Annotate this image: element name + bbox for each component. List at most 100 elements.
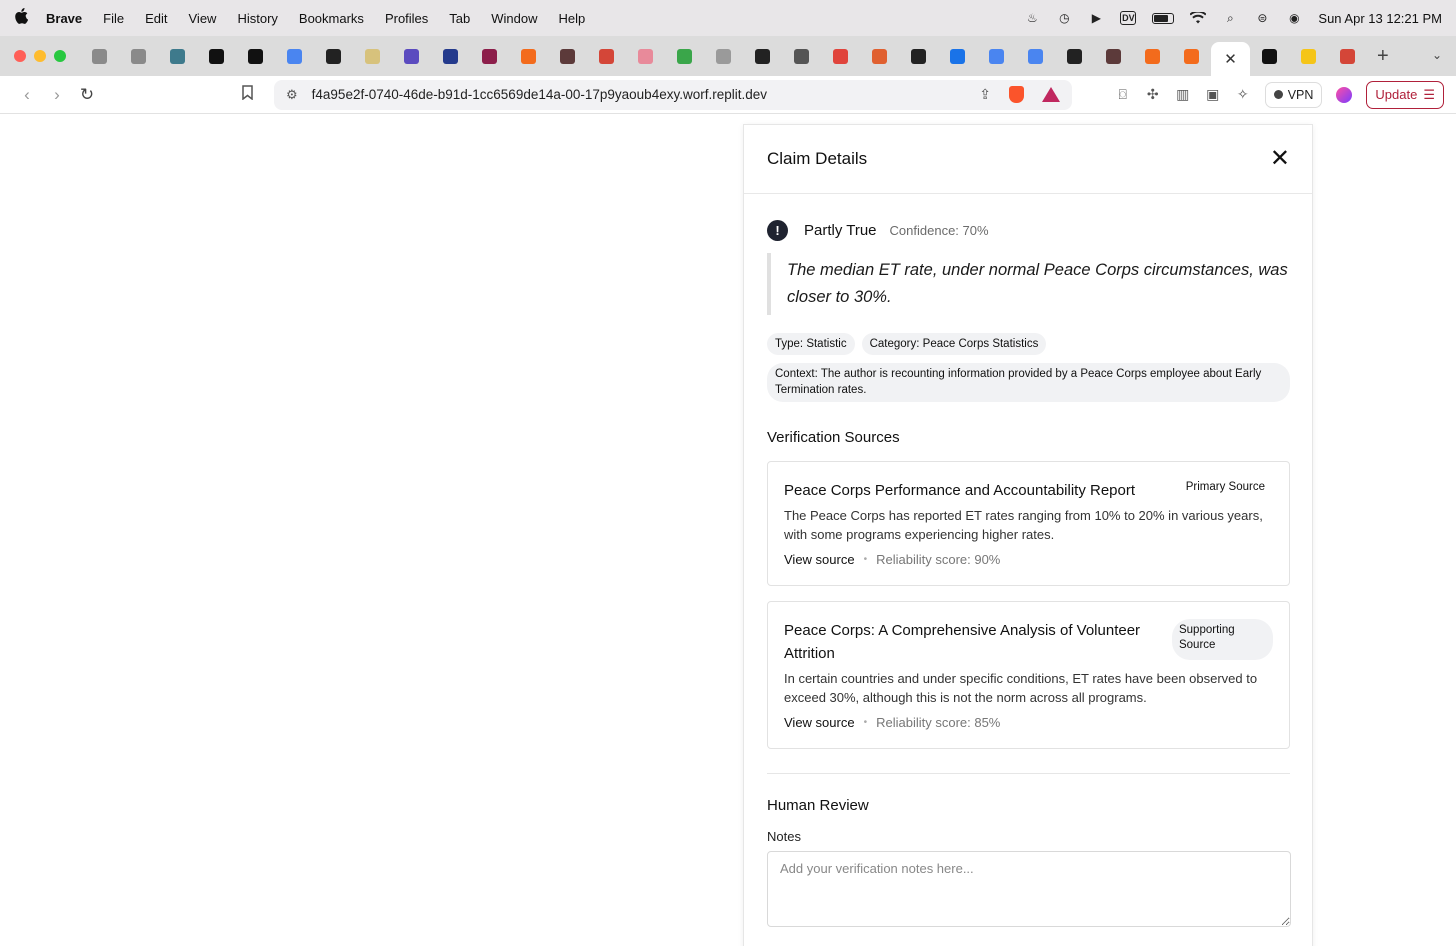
menu-help[interactable]: Help	[559, 11, 586, 26]
vpn-button[interactable]: VPN	[1264, 81, 1323, 108]
bookmark-icon[interactable]	[242, 85, 262, 104]
view-source-link[interactable]: View source	[784, 715, 855, 730]
favicon-icon	[833, 48, 848, 64]
pinned-tab[interactable]	[1172, 40, 1211, 72]
pinned-tab[interactable]	[431, 40, 470, 72]
pinned-tab[interactable]	[119, 40, 158, 72]
hamburger-menu-icon: ☰	[1423, 86, 1435, 102]
menu-clock[interactable]: Sun Apr 13 12:21 PM	[1318, 11, 1442, 26]
menu-view[interactable]: View	[189, 11, 217, 26]
exclamation-circle-icon: !	[767, 220, 788, 241]
favicon-icon	[131, 48, 146, 64]
pinned-tab[interactable]	[197, 40, 236, 72]
pinned-tab[interactable]	[743, 40, 782, 72]
close-tab-icon[interactable]: ✕	[1224, 50, 1237, 68]
panel-body: ! Partly True Confidence: 70% The median…	[744, 220, 1312, 932]
siri-icon[interactable]: ◉	[1286, 11, 1302, 25]
minimize-window-button[interactable]	[34, 50, 46, 62]
pinned-tab[interactable]	[821, 40, 860, 72]
pinned-tab[interactable]	[158, 40, 197, 72]
new-tab-button[interactable]: +	[1377, 45, 1389, 68]
pinned-tab[interactable]	[314, 40, 353, 72]
menu-file[interactable]: File	[103, 11, 124, 26]
pinned-tab[interactable]	[470, 40, 509, 72]
section-divider	[767, 773, 1290, 774]
view-source-link[interactable]: View source	[784, 552, 855, 567]
brave-rewards-icon[interactable]	[1042, 87, 1060, 102]
source-card: Peace Corps: A Comprehensive Analysis of…	[767, 601, 1290, 749]
menu-profiles[interactable]: Profiles	[385, 11, 428, 26]
pinned-tab[interactable]	[548, 40, 587, 72]
profile-avatar-icon[interactable]	[1336, 86, 1353, 103]
pinned-tab[interactable]	[782, 40, 821, 72]
favicon-icon	[950, 48, 965, 64]
update-button[interactable]: Update ☰	[1366, 80, 1444, 109]
reload-button[interactable]: ↻	[72, 85, 102, 105]
url-text[interactable]: f4a95e2f-0740-46de-b91d-1cc6569de14a-00-…	[312, 87, 980, 102]
spotlight-search-icon[interactable]: ⌕	[1222, 11, 1238, 25]
pinned-tab[interactable]	[1016, 40, 1055, 72]
pinned-tab[interactable]	[275, 40, 314, 72]
zoom-window-button[interactable]	[54, 50, 66, 62]
pinned-tab[interactable]	[938, 40, 977, 72]
pinned-tab[interactable]	[1289, 40, 1328, 72]
play-circle-icon[interactable]: ▶	[1088, 11, 1104, 25]
menu-app-name[interactable]: Brave	[46, 11, 82, 26]
flame-icon[interactable]: ♨	[1024, 11, 1040, 25]
favicon-icon	[1262, 48, 1277, 64]
control-center-icon[interactable]: ⊜	[1254, 11, 1270, 25]
active-tab[interactable]: ✕	[1211, 42, 1250, 76]
favicon-icon	[287, 48, 302, 64]
pinned-tab[interactable]	[1094, 40, 1133, 72]
close-window-button[interactable]	[14, 50, 26, 62]
apple-logo-icon[interactable]	[14, 8, 29, 28]
tab-search-chevron-icon[interactable]: ⌄	[1432, 48, 1442, 62]
sidebar-icon[interactable]: ▥	[1175, 86, 1191, 103]
source-title: Peace Corps Performance and Accountabili…	[784, 482, 1136, 499]
dv-icon[interactable]: DV	[1120, 11, 1137, 25]
vpn-status-icon	[1273, 90, 1283, 99]
wifi-icon[interactable]	[1190, 11, 1207, 25]
pinned-tab[interactable]	[860, 40, 899, 72]
menu-tab[interactable]: Tab	[449, 11, 470, 26]
back-button[interactable]: ‹	[12, 85, 42, 105]
menu-history[interactable]: History	[237, 11, 277, 26]
leo-ai-icon[interactable]: ✧	[1235, 86, 1251, 103]
pinned-tab[interactable]	[80, 40, 119, 72]
pinned-tab[interactable]	[509, 40, 548, 72]
pinned-tab[interactable]	[392, 40, 431, 72]
pinned-tab[interactable]	[977, 40, 1016, 72]
pinned-tab[interactable]	[587, 40, 626, 72]
notes-textarea[interactable]	[767, 851, 1291, 927]
address-bar[interactable]: ⚙ f4a95e2f-0740-46de-b91d-1cc6569de14a-0…	[274, 79, 1072, 110]
close-panel-button[interactable]: ✕	[1270, 147, 1290, 171]
forward-button[interactable]: ›	[42, 85, 72, 105]
context-chip: Context: The author is recounting inform…	[767, 363, 1290, 402]
pinned-tab[interactable]	[626, 40, 665, 72]
favicon-icon	[404, 48, 419, 64]
claim-details-panel: Claim Details ✕ ! Partly True Confidence…	[743, 124, 1313, 946]
favicon-icon	[989, 48, 1004, 64]
wallet-icon[interactable]: ▣	[1205, 86, 1221, 103]
pinned-tab[interactable]	[704, 40, 743, 72]
site-settings-icon[interactable]: ⚙	[286, 87, 298, 103]
favicon-icon	[326, 48, 341, 64]
brave-shields-icon[interactable]	[1009, 86, 1024, 103]
menu-window[interactable]: Window	[491, 11, 537, 26]
pinned-tab[interactable]	[236, 40, 275, 72]
pinned-tab[interactable]	[899, 40, 938, 72]
battery-icon[interactable]	[1152, 12, 1175, 24]
time-machine-icon[interactable]: ◷	[1056, 11, 1072, 25]
share-icon[interactable]: ⇪	[979, 86, 991, 103]
menu-edit[interactable]: Edit	[145, 11, 167, 26]
extensions-icon[interactable]: ✣	[1145, 86, 1161, 103]
pinned-tab[interactable]	[353, 40, 392, 72]
pinned-tab[interactable]	[665, 40, 704, 72]
pinned-tab[interactable]	[1133, 40, 1172, 72]
camera-icon[interactable]: ⌼	[1115, 86, 1131, 103]
menu-bookmarks[interactable]: Bookmarks	[299, 11, 364, 26]
pinned-tab[interactable]	[1328, 40, 1367, 72]
pinned-tab[interactable]	[1055, 40, 1094, 72]
pinned-tab[interactable]	[1250, 40, 1289, 72]
source-title: Peace Corps: A Comprehensive Analysis of…	[784, 622, 1141, 662]
